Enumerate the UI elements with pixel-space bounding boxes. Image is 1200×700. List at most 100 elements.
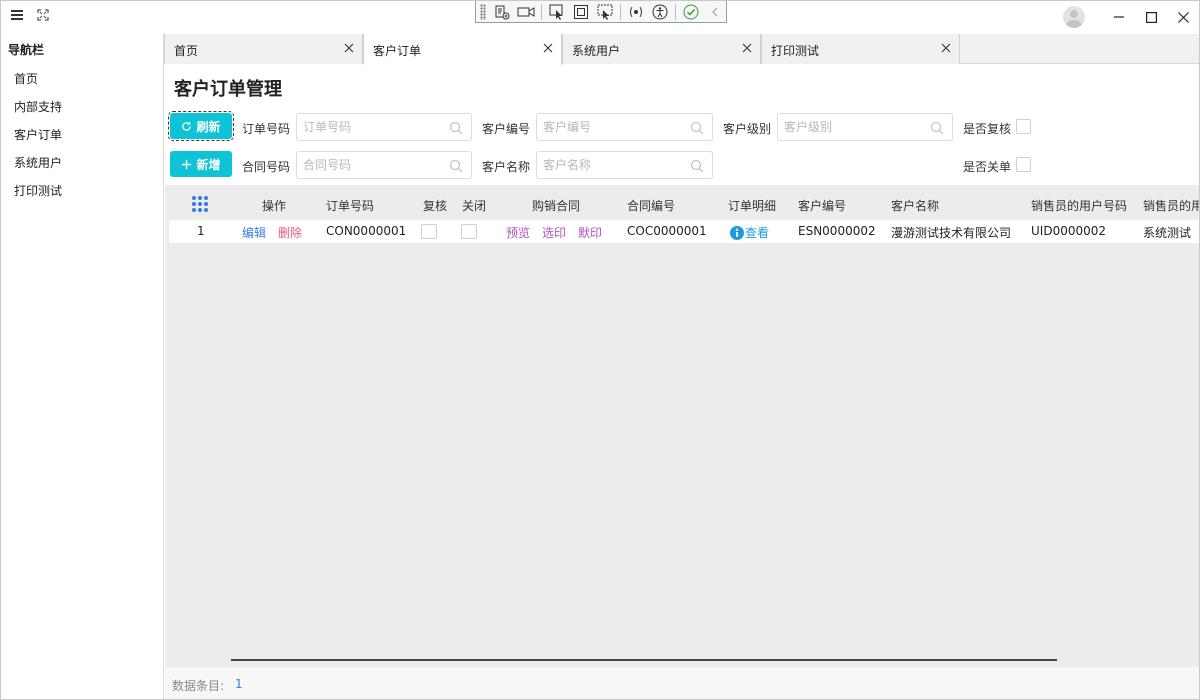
is-reviewed-checkbox[interactable] xyxy=(1016,119,1031,134)
column-header-contract-no[interactable]: 合同编号 xyxy=(627,197,675,214)
accessibility-icon[interactable] xyxy=(649,2,671,22)
tab-bar: 首页 客户订单 系统用户 打印测试 xyxy=(164,34,1199,65)
search-icon[interactable] xyxy=(930,121,944,135)
search-icon[interactable] xyxy=(690,121,704,135)
customer-level-field[interactable] xyxy=(777,113,953,141)
sales-user-no-cell: UID0000002 xyxy=(1031,224,1107,238)
sidebar: 导航栏 首页 内部支持 客户订单 系统用户 打印测试 xyxy=(1,33,164,699)
order-no-label: 订单号码 xyxy=(242,122,291,136)
toolbar-separator xyxy=(541,3,543,20)
collapse-toolbar-icon[interactable] xyxy=(704,2,726,22)
close-tab-icon[interactable] xyxy=(939,41,953,55)
sidebar-title: 导航栏 xyxy=(8,43,45,57)
page-title: 客户订单管理 xyxy=(174,79,282,100)
layout-adorner-icon[interactable] xyxy=(570,2,592,22)
horizontal-scrollbar[interactable] xyxy=(231,659,1057,661)
search-icon[interactable] xyxy=(449,159,463,173)
select-print-link[interactable]: 选印 xyxy=(542,224,566,241)
tab-label: 客户订单 xyxy=(373,44,422,58)
customer-name-field[interactable] xyxy=(536,151,713,179)
video-icon[interactable] xyxy=(515,2,537,22)
tab-system-users[interactable]: 系统用户 xyxy=(562,34,761,64)
debug-toolbar xyxy=(475,1,727,23)
customer-name-input[interactable] xyxy=(543,157,673,173)
add-label: 新增 xyxy=(196,157,221,172)
drag-handle-icon[interactable] xyxy=(480,3,486,20)
binding-failures-icon[interactable] xyxy=(625,2,647,22)
toolbar-separator xyxy=(675,3,677,20)
live-tree-icon[interactable] xyxy=(492,2,514,22)
order-no-input[interactable] xyxy=(303,119,433,135)
customer-no-label: 客户编号 xyxy=(482,122,531,136)
is-closed-checkbox[interactable] xyxy=(1016,157,1031,172)
closed-checkbox[interactable] xyxy=(461,224,477,239)
edit-link[interactable]: 编辑 xyxy=(242,224,266,241)
window-controls xyxy=(1063,1,1199,33)
sidebar-item-system-users[interactable]: 系统用户 xyxy=(14,153,62,173)
minimize-icon[interactable] xyxy=(1103,1,1135,33)
tab-label: 打印测试 xyxy=(771,44,820,58)
customer-no-cell: ESN0000002 xyxy=(798,224,876,238)
column-header-reviewed[interactable]: 复核 xyxy=(423,197,447,214)
order-no-cell: CON0000001 xyxy=(326,224,407,238)
close-icon[interactable] xyxy=(1167,1,1199,33)
customer-name-label: 客户名称 xyxy=(482,160,531,174)
refresh-button[interactable]: 刷新 xyxy=(168,111,234,141)
is-closed-label: 是否关单 xyxy=(963,160,1012,174)
contract-no-input[interactable] xyxy=(303,157,433,173)
title-bar xyxy=(1,1,1199,33)
customer-no-field[interactable] xyxy=(536,113,713,141)
column-header-actions[interactable]: 操作 xyxy=(262,197,286,214)
maximize-icon[interactable] xyxy=(1135,1,1167,33)
search-icon[interactable] xyxy=(449,121,463,135)
default-print-link[interactable]: 默印 xyxy=(578,224,602,241)
record-count-label: 数据条目: xyxy=(172,679,225,693)
column-header-sales-user-name[interactable]: 销售员的用户名 xyxy=(1143,197,1199,214)
column-header-order-no[interactable]: 订单号码 xyxy=(326,197,374,214)
customer-name-cell: 漫游测试技术有限公司 xyxy=(891,226,1012,240)
avatar-icon[interactable] xyxy=(1063,6,1085,28)
tab-print-test[interactable]: 打印测试 xyxy=(761,34,960,64)
tab-home[interactable]: 首页 xyxy=(164,34,363,64)
column-header-customer-no[interactable]: 客户编号 xyxy=(798,197,846,214)
sidebar-item-customer-orders[interactable]: 客户订单 xyxy=(14,125,62,145)
column-header-closed[interactable]: 关闭 xyxy=(462,197,486,214)
close-tab-icon[interactable] xyxy=(740,41,754,55)
delete-link[interactable]: 删除 xyxy=(278,224,302,241)
sidebar-item-internal-support[interactable]: 内部支持 xyxy=(14,97,62,117)
sidebar-item-home[interactable]: 首页 xyxy=(14,69,38,89)
customer-level-label: 客户级别 xyxy=(723,122,772,136)
close-tab-icon[interactable] xyxy=(541,41,555,55)
search-icon[interactable] xyxy=(690,159,704,173)
customer-level-input[interactable] xyxy=(784,119,914,135)
is-reviewed-label: 是否复核 xyxy=(963,122,1012,136)
contract-no-label: 合同号码 xyxy=(242,160,291,174)
contract-no-field[interactable] xyxy=(296,151,472,179)
check-icon[interactable] xyxy=(680,2,702,22)
column-header-order-detail[interactable]: 订单明细 xyxy=(728,197,776,214)
preview-link[interactable]: 预览 xyxy=(506,224,530,241)
order-no-field[interactable] xyxy=(296,113,472,141)
refresh-label: 刷新 xyxy=(196,119,221,134)
track-focus-icon[interactable] xyxy=(594,2,616,22)
record-count-value: 1 xyxy=(235,677,243,691)
menu-icon[interactable] xyxy=(11,10,23,20)
expand-icon[interactable] xyxy=(37,9,49,21)
main-content: 客户订单管理 刷新 新增 订单号码 客户编号 客户级别 是否复核 合同号码 xyxy=(165,65,1199,699)
sidebar-item-print-test[interactable]: 打印测试 xyxy=(14,181,62,201)
customer-no-input[interactable] xyxy=(543,119,673,135)
column-header-sales-user-no[interactable]: 销售员的用户号码 xyxy=(1031,197,1127,214)
column-header-purchase-contract[interactable]: 购销合同 xyxy=(532,197,580,214)
close-tab-icon[interactable] xyxy=(342,41,356,55)
grid-dots-icon[interactable] xyxy=(191,195,209,213)
reviewed-checkbox[interactable] xyxy=(421,224,437,239)
view-detail-link[interactable]: 查看 xyxy=(730,224,769,241)
column-header-customer-name[interactable]: 客户名称 xyxy=(891,197,939,214)
title-bar-left xyxy=(11,9,49,21)
select-element-icon[interactable] xyxy=(546,2,568,22)
data-grid: 操作 订单号码 复核 关闭 购销合同 合同编号 订单明细 客户编号 客户名称 销… xyxy=(165,185,1199,667)
add-button[interactable]: 新增 xyxy=(170,151,232,177)
tab-customer-orders[interactable]: 客户订单 xyxy=(363,34,562,65)
table-row[interactable]: 1 编辑 删除 CON0000001 预览 选印 默印 COC0000001 查… xyxy=(169,220,1199,243)
tab-label: 首页 xyxy=(174,44,199,58)
